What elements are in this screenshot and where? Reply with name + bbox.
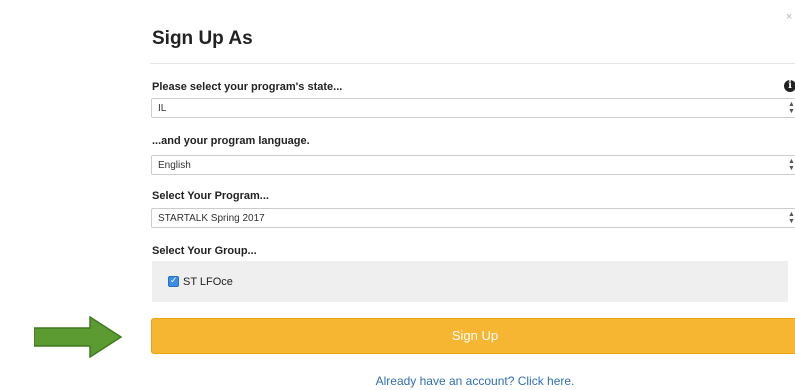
info-icon[interactable]: i [784, 80, 795, 92]
login-link[interactable]: Already have an account? Click here. [0, 374, 795, 388]
group-list: ✓ ST LFOce [152, 261, 788, 302]
select-arrows-icon: ▲ ▼ [788, 158, 795, 172]
group-checkbox[interactable]: ✓ [168, 275, 179, 287]
language-label: ...and your program language. [152, 135, 310, 147]
program-select[interactable]: STARTALK Spring 2017 ▲ ▼ [151, 208, 795, 228]
select-arrows-icon: ▲ ▼ [788, 101, 795, 115]
state-select-value: IL [158, 103, 167, 114]
language-select[interactable]: English ▲ ▼ [151, 155, 795, 175]
close-icon[interactable]: × [786, 12, 792, 23]
state-label: Please select your program's state... [152, 81, 343, 93]
program-label: Select Your Program... [152, 190, 269, 202]
sign-up-button[interactable]: Sign Up [151, 318, 795, 354]
program-select-value: STARTALK Spring 2017 [158, 213, 265, 224]
right-arrow-icon [34, 316, 122, 358]
title-divider [150, 63, 795, 64]
checkmark-icon: ✓ [170, 275, 178, 285]
page-title: Sign Up As [152, 28, 253, 49]
state-select[interactable]: IL ▲ ▼ [151, 98, 795, 118]
group-item-label[interactable]: ST LFOce [183, 276, 233, 288]
signup-modal: × Sign Up As Please select your program'… [0, 0, 795, 390]
language-select-value: English [158, 160, 191, 171]
group-label: Select Your Group... [152, 245, 257, 257]
select-arrows-icon: ▲ ▼ [788, 211, 795, 225]
